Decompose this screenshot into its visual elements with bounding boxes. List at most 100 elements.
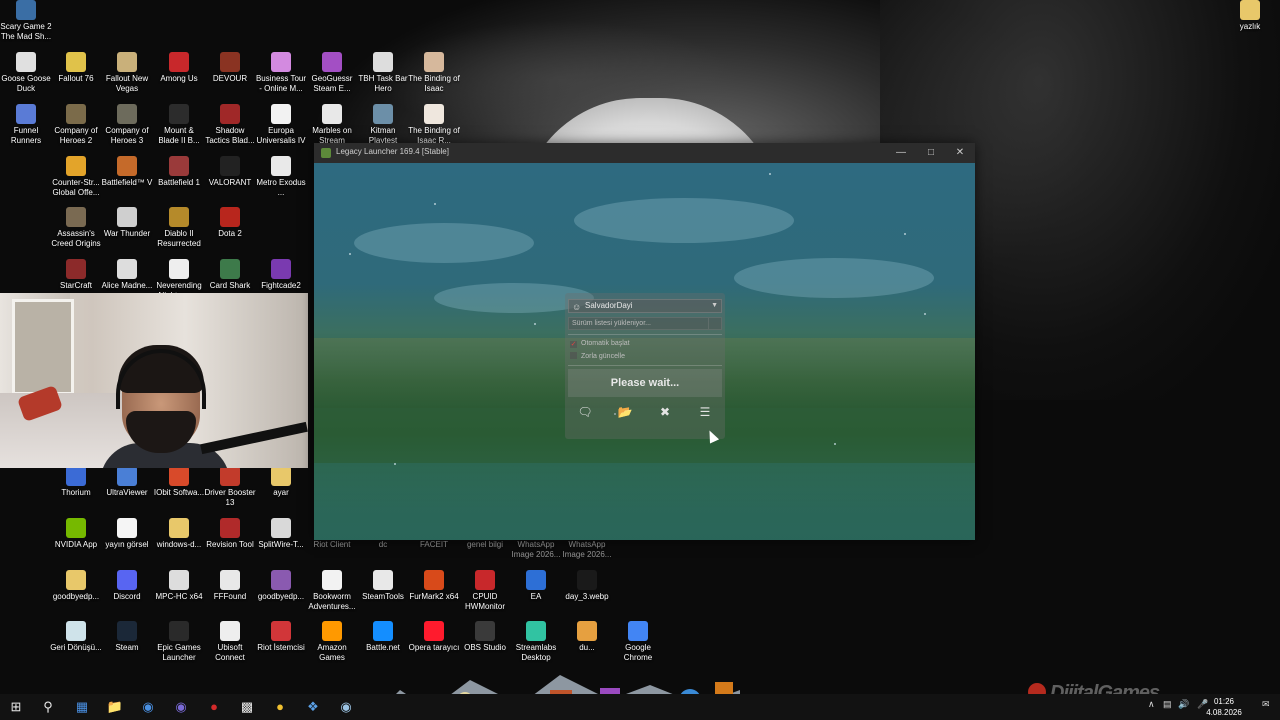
- desktop-icon[interactable]: CPUID HWMonitor: [459, 570, 511, 612]
- desktop-icon[interactable]: GeoGuessr Steam E...: [306, 52, 358, 94]
- desktop-icon[interactable]: du...: [561, 621, 613, 653]
- desktop-icon[interactable]: EA: [510, 570, 562, 602]
- app-icon: [66, 570, 86, 590]
- steam-icon[interactable]: ◉: [336, 697, 356, 717]
- desktop-icon[interactable]: FurMark2 x64: [408, 570, 460, 602]
- desktop-icon[interactable]: Funnel Runners: [0, 104, 52, 146]
- desktop-icon[interactable]: Streamlabs Desktop: [510, 621, 562, 663]
- desktop-icon[interactable]: Geri Dönüşü...: [50, 621, 102, 653]
- desktop-icon[interactable]: DEVOUR: [204, 52, 256, 84]
- desktop-icon[interactable]: Counter-Str... Global Offe...: [50, 156, 102, 198]
- desktop-icon[interactable]: Kitman Playtest: [357, 104, 409, 146]
- desktop-icon[interactable]: Google Chrome: [612, 621, 664, 663]
- desktop-icon[interactable]: Ubisoft Connect: [204, 621, 256, 663]
- play-status-button[interactable]: Please wait...: [568, 369, 722, 397]
- close-button[interactable]: ✕: [945, 143, 975, 163]
- desktop-icon[interactable]: Mount & Blade II B...: [153, 104, 205, 146]
- desktop-icon[interactable]: yayın görsel: [101, 518, 153, 550]
- desktop-icon[interactable]: Bookworm Adventures...: [306, 570, 358, 612]
- desktop-icon[interactable]: War Thunder: [101, 207, 153, 239]
- desktop-icon[interactable]: Discord: [101, 570, 153, 602]
- menu-icon[interactable]: ☰: [692, 402, 718, 422]
- desktop-icon[interactable]: VALORANT: [204, 156, 256, 188]
- desktop-icon[interactable]: Business Tour - Online M...: [255, 52, 307, 94]
- desktop-icon[interactable]: SteamTools: [357, 570, 409, 602]
- desktop-icon-label: Geri Dönüşü...: [50, 643, 102, 652]
- desktop-icon[interactable]: Diablo II Resurrected: [153, 207, 205, 249]
- desktop-icon[interactable]: Amazon Games: [306, 621, 358, 663]
- desktop-icon[interactable]: UltraViewer: [101, 466, 153, 498]
- notification-icon[interactable]: ✉: [1262, 699, 1270, 710]
- desktop-icon[interactable]: Battlefield 1: [153, 156, 205, 188]
- desktop-icon[interactable]: Among Us: [153, 52, 205, 84]
- desktop-icon[interactable]: Opera tarayıcı: [408, 621, 460, 653]
- desktop-icon[interactable]: Marbles on Stream: [306, 104, 358, 146]
- desktop-icon[interactable]: windows-d...: [153, 518, 205, 550]
- desktop-icon[interactable]: Dota 2: [204, 207, 256, 239]
- desktop-icon[interactable]: Riot İstemcisi: [255, 621, 307, 653]
- desktop-icon[interactable]: Battlefield™ V: [101, 156, 153, 188]
- minimize-button[interactable]: —: [886, 143, 916, 163]
- browser-icon[interactable]: ◉: [138, 697, 158, 717]
- desktop-icon[interactable]: StarCraft: [50, 259, 102, 291]
- desktop-icon[interactable]: Metro Exodus ...: [255, 156, 307, 198]
- desktop-icon[interactable]: TBH Task Bar Hero: [357, 52, 409, 94]
- desktop-icon[interactable]: Fightcade2: [255, 259, 307, 291]
- chat-icon[interactable]: 🗨: [572, 402, 598, 422]
- desktop-icon[interactable]: FFFound: [204, 570, 256, 602]
- desktop-icon[interactable]: The Binding of Isaac: [408, 52, 460, 94]
- launcher-titlebar[interactable]: Legacy Launcher 169.4 [Stable] — □ ✕: [314, 143, 975, 163]
- desktop-icon[interactable]: Battle.net: [357, 621, 409, 653]
- desktop-icon[interactable]: Fallout 76: [50, 52, 102, 84]
- volume-icon[interactable]: 🔊: [1178, 699, 1189, 710]
- version-select[interactable]: Sürüm listesi yükleniyor...: [568, 317, 722, 330]
- desktop-icon[interactable]: yazlık: [1224, 0, 1276, 32]
- desktop-icon[interactable]: Driver Booster 13: [204, 466, 256, 508]
- desktop-icon[interactable]: Europa Universalis IV: [255, 104, 307, 146]
- desktop-icon[interactable]: Revision Tool: [204, 518, 256, 550]
- desktop-icon[interactable]: IObit Softwa...: [153, 466, 205, 498]
- app-icon[interactable]: ●: [270, 697, 290, 717]
- desktop-icon[interactable]: Scary Game 2 The Mad Sh...: [0, 0, 52, 42]
- desktop-icon[interactable]: NVIDIA App: [50, 518, 102, 550]
- desktop-icon[interactable]: Thorium: [50, 466, 102, 498]
- desktop-icon-label: UltraViewer: [106, 488, 148, 497]
- windows-icon[interactable]: ⊞: [6, 697, 26, 717]
- desktop-icon[interactable]: goodbyedp...: [50, 570, 102, 602]
- desktop-icon[interactable]: Company of Heroes 2: [50, 104, 102, 146]
- desktop-icon[interactable]: SplitWire-T...: [255, 518, 307, 550]
- desktop-icon[interactable]: Shadow Tactics Blad...: [204, 104, 256, 146]
- tray-chevron-icon[interactable]: ∧: [1148, 699, 1155, 710]
- folder-icon[interactable]: 📂: [612, 402, 638, 422]
- network-icon[interactable]: ▤: [1163, 699, 1172, 710]
- taskbar-clock[interactable]: 01:26 4.08.2026: [1204, 696, 1244, 718]
- version-refresh-button[interactable]: [708, 318, 721, 329]
- network-app-icon[interactable]: ❖: [303, 697, 323, 717]
- desktop-icon[interactable]: Alice Madne...: [101, 259, 153, 291]
- app-icon: [577, 570, 597, 590]
- search-icon[interactable]: ⚲: [38, 697, 58, 717]
- desktop-icon[interactable]: Card Shark: [204, 259, 256, 291]
- force-update-checkbox[interactable]: Zorla güncelle: [570, 352, 710, 362]
- desktop-icon[interactable]: The Binding of Isaac R...: [408, 104, 460, 146]
- task-view-icon[interactable]: ▦: [72, 697, 92, 717]
- account-select[interactable]: ☺ SalvadorDayi ▼: [568, 299, 722, 313]
- file-explorer-icon[interactable]: 📁: [105, 697, 125, 717]
- desktop-icon[interactable]: OBS Studio: [459, 621, 511, 653]
- maximize-button[interactable]: □: [916, 143, 946, 163]
- desktop-icon[interactable]: MPC-HC x64: [153, 570, 205, 602]
- desktop-icon[interactable]: Epic Games Launcher: [153, 621, 205, 663]
- terminal-icon[interactable]: ▩: [237, 697, 257, 717]
- record-icon[interactable]: ●: [204, 697, 224, 717]
- desktop-icon[interactable]: ayar: [255, 466, 307, 498]
- desktop-icon[interactable]: Goose Goose Duck: [0, 52, 52, 94]
- desktop-icon[interactable]: day_3.webp: [561, 570, 613, 602]
- desktop-icon[interactable]: Fallout New Vegas: [101, 52, 153, 94]
- desktop-icon[interactable]: goodbyedp...: [255, 570, 307, 602]
- desktop-icon[interactable]: Company of Heroes 3: [101, 104, 153, 146]
- desktop-icon[interactable]: Steam: [101, 621, 153, 653]
- auto-start-checkbox[interactable]: ✓ Otomatik başlat: [570, 339, 710, 349]
- tools-icon[interactable]: ✖: [652, 402, 678, 422]
- desktop-icon[interactable]: Assassin's Creed Origins: [50, 207, 102, 249]
- vpn-icon[interactable]: ◉: [171, 697, 191, 717]
